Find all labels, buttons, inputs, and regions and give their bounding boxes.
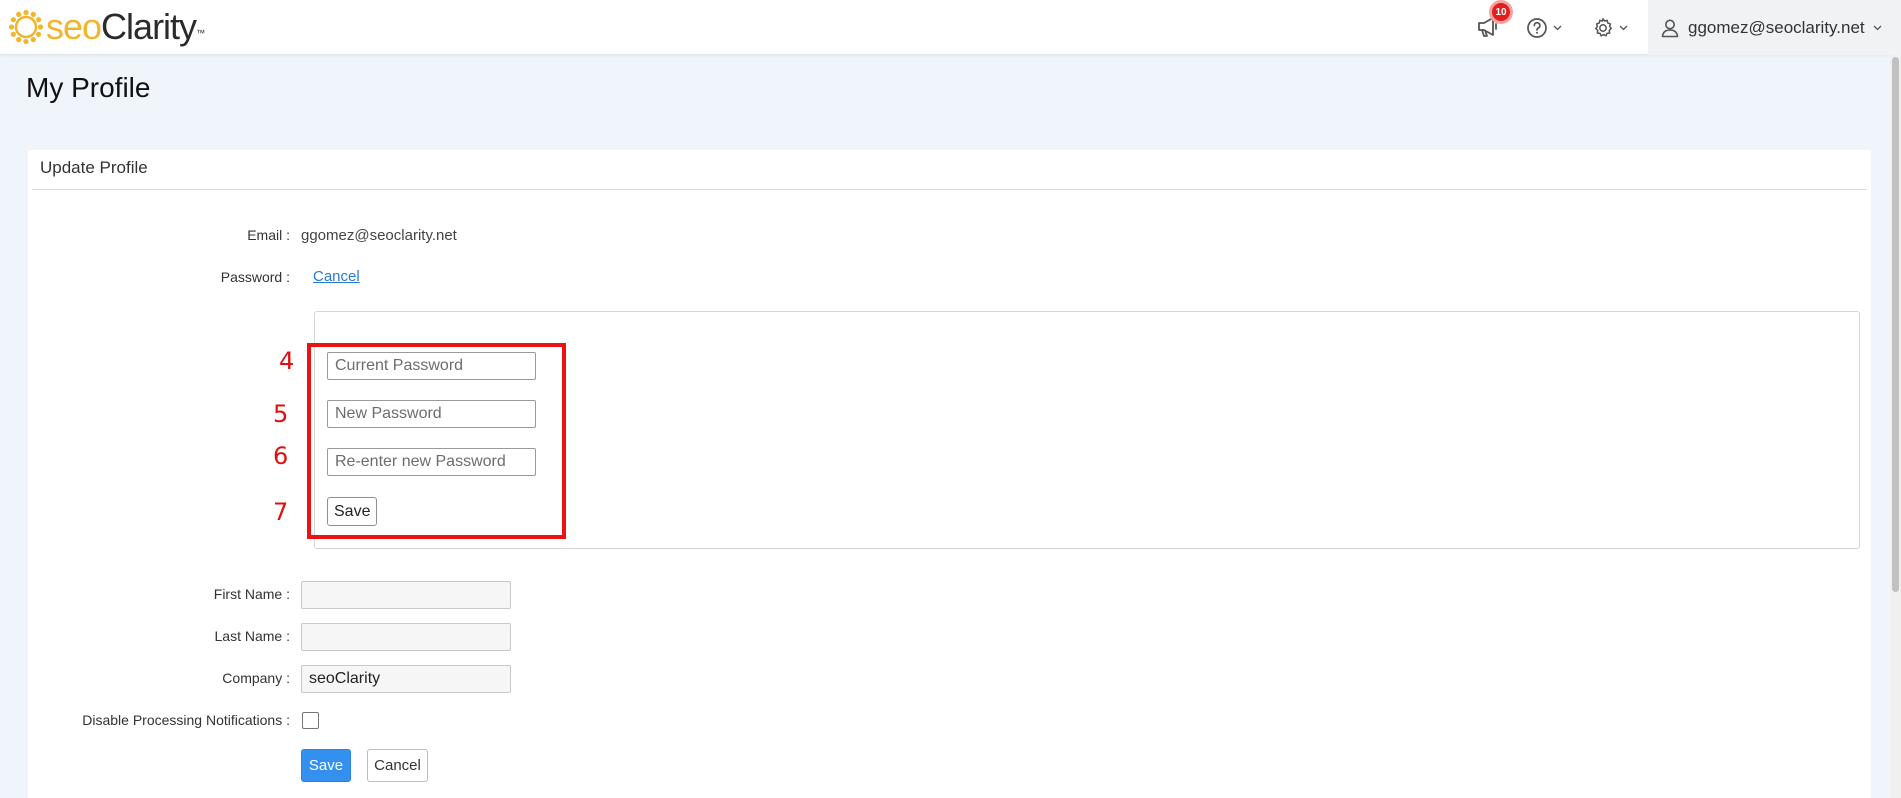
password-cancel-link[interactable]: Cancel — [313, 268, 360, 285]
settings-menu-button[interactable] — [1592, 16, 1634, 40]
help-menu-button[interactable] — [1526, 16, 1568, 40]
notification-count-badge: 10 — [1489, 0, 1513, 24]
email-value: ggomez@seoclarity.net — [301, 227, 457, 244]
user-icon — [1661, 19, 1679, 37]
logo-wordmark: seoClarity™ — [46, 6, 205, 47]
card-divider — [32, 189, 1867, 190]
disable-notifications-checkbox[interactable] — [302, 712, 319, 729]
scrollbar-thumb[interactable] — [1892, 57, 1899, 592]
top-navigation-bar: seoClarity™ 10 ggomez@seoclarity.net — [0, 0, 1901, 55]
user-menu-button[interactable]: ggomez@seoclarity.net — [1648, 0, 1901, 55]
update-profile-card: Update Profile Email : ggomez@seoclarity… — [28, 150, 1871, 798]
password-label: Password : — [220, 269, 290, 285]
annotation-step-5: 5 — [273, 400, 289, 428]
notification-count: 10 — [1492, 3, 1510, 21]
cancel-button[interactable]: Cancel — [367, 749, 428, 782]
company-field[interactable] — [301, 665, 511, 693]
logo-clarity-text: Clarity — [101, 6, 197, 47]
annotation-step-4: 4 — [279, 347, 295, 375]
chevron-down-icon — [1873, 25, 1882, 30]
logo-seo-text: seo — [46, 6, 102, 47]
user-email: ggomez@seoclarity.net — [1688, 17, 1865, 37]
seoclarity-logo[interactable]: seoClarity™ — [8, 6, 205, 47]
gear-icon — [1595, 18, 1612, 37]
page-scrollbar[interactable] — [1890, 55, 1901, 798]
first-name-field[interactable] — [301, 581, 511, 609]
annotation-step-6: 6 — [273, 442, 289, 470]
last-name-field[interactable] — [301, 623, 511, 651]
email-label: Email : — [247, 227, 290, 243]
save-button[interactable]: Save — [301, 749, 351, 782]
logo-trademark: ™ — [196, 28, 205, 38]
first-name-label: First Name : — [213, 586, 290, 602]
company-label: Company : — [222, 670, 290, 686]
card-title: Update Profile — [40, 158, 148, 177]
page-title: My Profile — [26, 72, 151, 103]
last-name-label: Last Name : — [214, 628, 290, 644]
chevron-down-icon — [1553, 25, 1562, 31]
disable-notifications-label: Disable Processing Notifications : — [82, 712, 290, 728]
annotation-step-7: 7 — [273, 498, 289, 526]
sun-logo-icon — [8, 9, 44, 45]
question-circle-icon — [1527, 18, 1547, 38]
annotation-highlight-box — [307, 343, 566, 539]
chevron-down-icon — [1619, 25, 1628, 31]
